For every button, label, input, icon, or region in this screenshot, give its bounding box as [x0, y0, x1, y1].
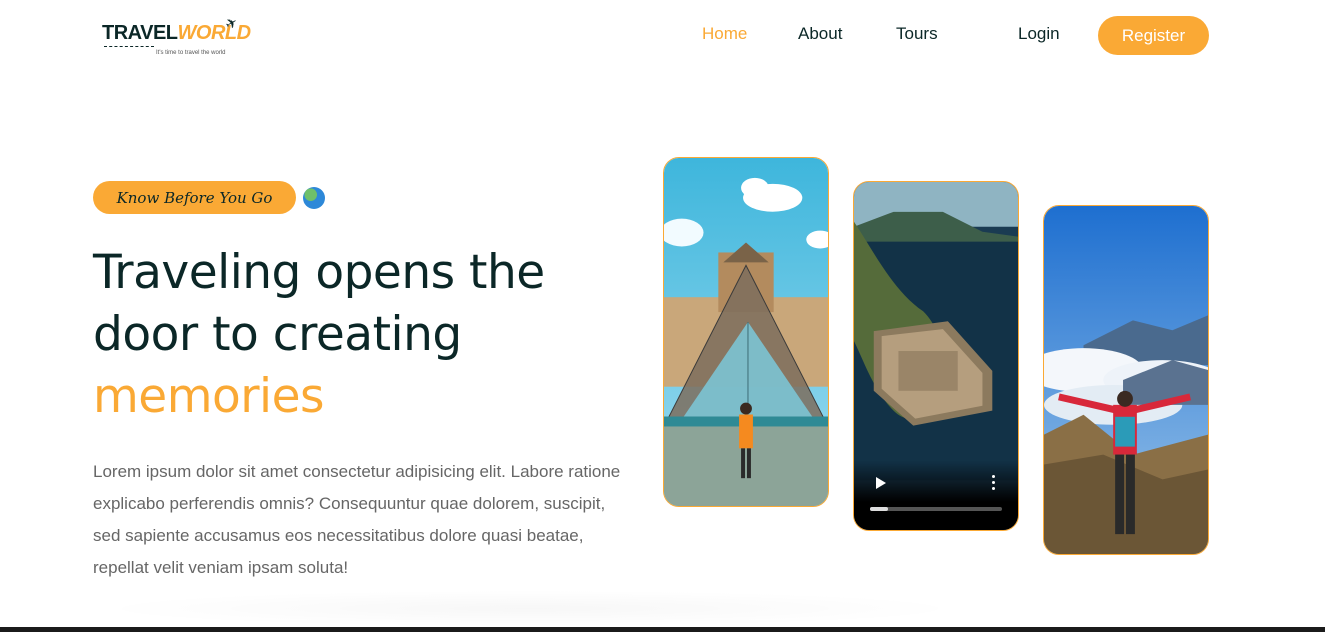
nav-tours[interactable]: Tours — [896, 24, 938, 44]
headline-line-1: Traveling opens the — [93, 245, 545, 300]
register-button[interactable]: Register — [1098, 16, 1209, 55]
globe-icon — [303, 187, 325, 209]
logo-dash-line — [104, 46, 154, 47]
logo-tagline: It's time to travel the world — [156, 50, 226, 56]
headline-highlight: memories — [93, 369, 325, 424]
headline-line-2: door to creating — [93, 307, 462, 362]
hero-image-hiker — [1043, 205, 1209, 555]
nav-home[interactable]: Home — [702, 24, 747, 44]
nav-about[interactable]: About — [798, 24, 842, 44]
logo-text-travel: TRAVEL — [102, 22, 178, 44]
video-progress-bar[interactable] — [870, 507, 1002, 511]
video-progress-fill — [870, 507, 889, 511]
video-controls — [854, 460, 1018, 530]
hero-description: Lorem ipsum dolor sit amet consectetur a… — [93, 462, 621, 577]
logo[interactable]: TRAVELWORLD ✈ It's time to travel the wo… — [100, 14, 251, 62]
hero-video[interactable] — [853, 181, 1019, 531]
play-icon[interactable] — [876, 477, 886, 489]
more-vertical-icon[interactable] — [992, 475, 996, 491]
tagline-badge: Know Before You Go — [93, 181, 296, 214]
hero-image-louvre — [663, 157, 829, 507]
section-fade — [90, 590, 970, 627]
hero-headline: Traveling opens the door to creating mem… — [93, 242, 613, 428]
login-button[interactable]: Login — [1018, 24, 1060, 44]
page-bottom-bar — [0, 627, 1325, 632]
